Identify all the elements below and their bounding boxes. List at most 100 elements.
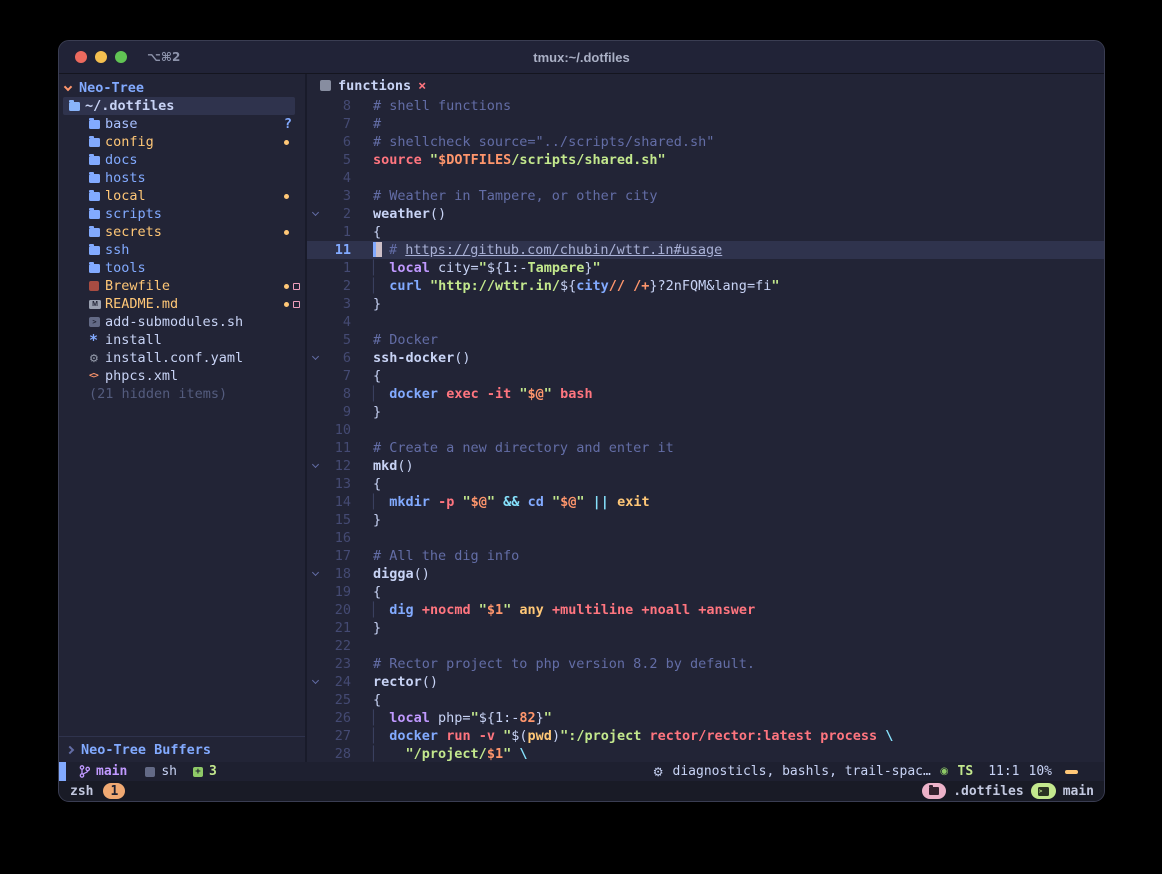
tree-item--.dotfiles[interactable]: ~/.dotfiles (63, 97, 295, 115)
fold-column (307, 547, 324, 565)
filetype-icon (145, 767, 155, 777)
neo-tree-title: Neo-Tree (79, 80, 144, 96)
tree-item-base[interactable]: base? (59, 115, 305, 133)
folder-icon (89, 246, 105, 255)
fold-column (307, 745, 324, 762)
markdown-icon: M (89, 300, 105, 309)
cursor-block (373, 242, 382, 257)
fold-column (307, 619, 324, 637)
code-line: 19{ (307, 583, 1104, 601)
code-buffer[interactable]: 8# shell functions7#6# shellcheck source… (307, 97, 1104, 762)
code-line: 8▏ docker exec -it "$@" bash (307, 385, 1104, 403)
buffer-file-icon (320, 80, 331, 91)
statusline-git-branch[interactable]: main (96, 764, 127, 779)
code-line: 18digga() (307, 565, 1104, 583)
git-modified-dot-icon (284, 140, 289, 145)
tree-item-label: docs (105, 152, 138, 168)
git-modified-dot-icon (284, 194, 289, 199)
line-text (351, 313, 373, 331)
fold-column (307, 403, 324, 421)
tree-item-install[interactable]: *install (59, 331, 305, 349)
line-text: ▏ curl "http://wttr.in/${city// /+}?2nFQ… (351, 277, 779, 295)
line-text: # shell functions (351, 97, 511, 115)
fold-chevron-icon[interactable] (307, 673, 324, 691)
tree-item-hosts[interactable]: hosts (59, 169, 305, 187)
tree-item-install.conf.yaml[interactable]: ⚙install.conf.yaml (59, 349, 305, 367)
line-number: 13 (324, 475, 351, 493)
line-text (351, 169, 373, 187)
neo-tree-header[interactable]: Neo-Tree (59, 79, 305, 97)
fold-column (307, 97, 324, 115)
folder-open-icon (69, 102, 85, 111)
tree-item-label: config (105, 134, 154, 150)
line-text: ▏ docker exec -it "$@" bash (351, 385, 593, 403)
tree-item-readme.md[interactable]: MREADME.md (59, 295, 305, 313)
statusline-diff-added: 3 (209, 764, 217, 779)
line-text: ▏ local php="${1:-82}" (351, 709, 552, 727)
fold-chevron-icon[interactable] (307, 457, 324, 475)
tree-item-ssh[interactable]: ssh (59, 241, 305, 259)
folder-icon (89, 120, 105, 129)
line-text: } (351, 295, 381, 313)
fold-chevron-icon[interactable] (307, 205, 324, 223)
tree-item-label: tools (105, 260, 146, 276)
git-unstaged-square-icon (293, 301, 300, 308)
terminal-window: ⌥⌘2 tmux:~/.dotfiles Neo-Tree ~/.dotfile… (58, 40, 1105, 802)
zoom-window-button[interactable] (115, 51, 127, 63)
line-text (351, 637, 373, 655)
statusline-lsp-servers: diagnosticls, bashls, trail-spac… (673, 764, 931, 779)
code-line: 6# shellcheck source="../scripts/shared.… (307, 133, 1104, 151)
line-number: 3 (324, 187, 351, 205)
folder-icon (89, 210, 105, 219)
line-text: { (351, 367, 381, 385)
tmux-window-badge[interactable]: 1 (103, 783, 125, 799)
line-text: digga() (351, 565, 430, 583)
code-line: 24rector() (307, 673, 1104, 691)
line-text: { (351, 691, 381, 709)
line-number: 15 (324, 511, 351, 529)
code-line: 14▏ mkdir -p "$@" && cd "$@" || exit (307, 493, 1104, 511)
code-line: 4 (307, 313, 1104, 331)
buffer-close-icon[interactable]: × (418, 78, 426, 94)
tmux-cwd-badge (922, 783, 946, 799)
folder-icon (89, 138, 105, 147)
line-number: 12 (324, 457, 351, 475)
tree-item-config[interactable]: config (59, 133, 305, 151)
fold-column (307, 169, 324, 187)
code-line: 3# Weather in Tampere, or other city (307, 187, 1104, 205)
minimize-window-button[interactable] (95, 51, 107, 63)
tree-item-secrets[interactable]: secrets (59, 223, 305, 241)
fold-chevron-icon[interactable] (307, 349, 324, 367)
editor-pane[interactable]: functions × 8# shell functions7#6# shell… (307, 74, 1104, 762)
fold-column (307, 313, 324, 331)
neo-tree-buffers-section[interactable]: Neo-Tree Buffers (59, 736, 305, 762)
code-line: 3} (307, 295, 1104, 313)
buffer-tab-label[interactable]: functions (338, 78, 411, 94)
fold-chevron-icon[interactable] (307, 565, 324, 583)
tree-item-tools[interactable]: tools (59, 259, 305, 277)
tree-item-docs[interactable]: docs (59, 151, 305, 169)
line-text: } (351, 511, 381, 529)
tree-item-label: ssh (105, 242, 129, 258)
line-number: 6 (324, 133, 351, 151)
fold-column (307, 295, 324, 313)
tree-item-label: scripts (105, 206, 162, 222)
tree-item-local[interactable]: local (59, 187, 305, 205)
tree-item-add-submodules.sh[interactable]: >add-submodules.sh (59, 313, 305, 331)
tree-item-label: README.md (105, 296, 178, 312)
line-text: ▏ docker run -v "$(pwd)":/project rector… (351, 727, 893, 745)
tree-item-scripts[interactable]: scripts (59, 205, 305, 223)
tmux-session-name: zsh (70, 784, 93, 799)
code-line: 9} (307, 403, 1104, 421)
fold-column (307, 511, 324, 529)
tree-item-phpcs.xml[interactable]: <>phpcs.xml (59, 367, 305, 385)
line-text: { (351, 583, 381, 601)
close-window-button[interactable] (75, 51, 87, 63)
fold-column (307, 475, 324, 493)
window-titlebar[interactable]: ⌥⌘2 tmux:~/.dotfiles (59, 41, 1104, 74)
tree-item-brewfile[interactable]: Brewfile (59, 277, 305, 295)
tree-item--21-hidden-items-[interactable]: (21 hidden items) (59, 385, 305, 403)
git-untracked-question-icon: ? (284, 116, 292, 132)
tree-item-label: add-submodules.sh (105, 314, 243, 330)
neo-tree-file-list: Neo-Tree ~/.dotfilesbase?config docshosts… (59, 74, 305, 736)
